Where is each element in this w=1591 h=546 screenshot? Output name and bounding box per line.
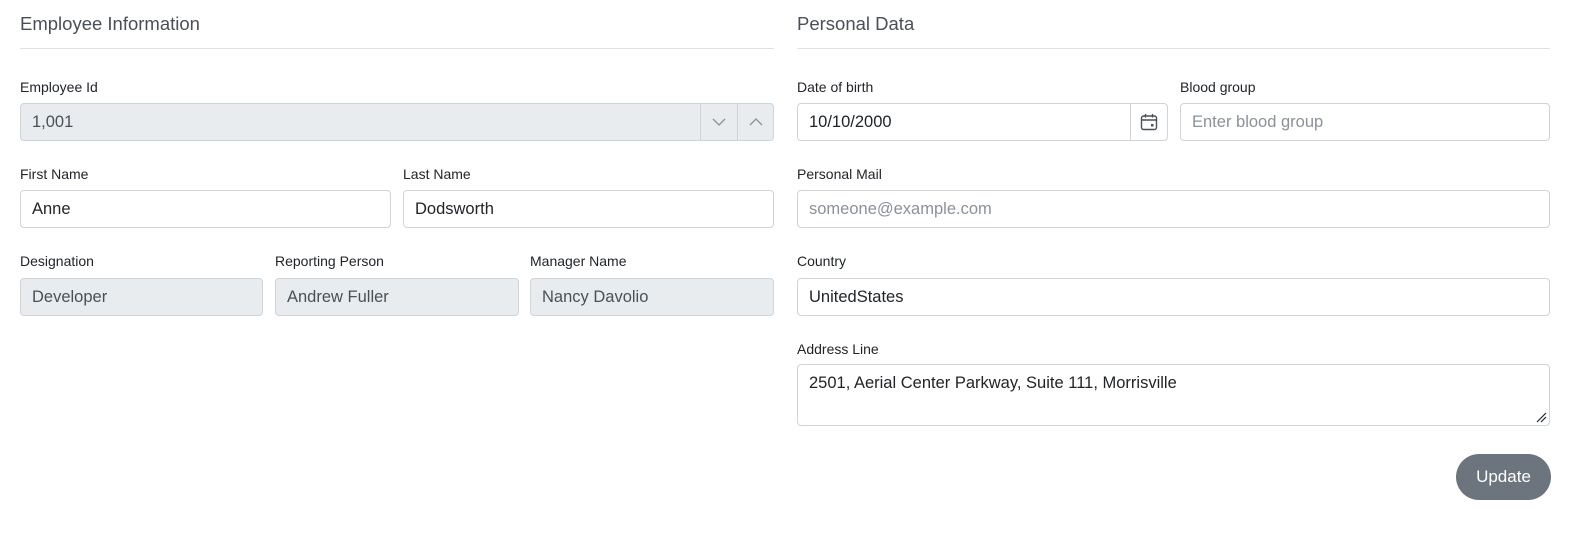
personal-section-divider — [797, 48, 1550, 49]
manager-name-label: Manager Name — [530, 253, 627, 269]
blood-group-input[interactable]: Enter blood group — [1180, 103, 1550, 141]
dob-value: 10/10/2000 — [809, 112, 892, 131]
calendar-button[interactable] — [1130, 104, 1167, 140]
last-name-value: Dodsworth — [415, 199, 494, 218]
chevron-up-icon — [749, 118, 762, 126]
designation-label: Designation — [20, 253, 94, 269]
employee-id-label: Employee Id — [20, 79, 98, 95]
address-value: 2501, Aerial Center Parkway, Suite 111, … — [809, 374, 1177, 392]
blood-group-placeholder: Enter blood group — [1192, 112, 1324, 131]
last-name-input[interactable]: Dodsworth — [403, 190, 774, 228]
country-input[interactable]: UnitedStates — [797, 278, 1550, 316]
reporting-person-value: Andrew Fuller — [287, 287, 389, 306]
designation-input[interactable]: Developer — [20, 278, 263, 316]
reporting-person-input[interactable]: Andrew Fuller — [275, 278, 519, 316]
country-label: Country — [797, 253, 847, 269]
personal-mail-input[interactable]: someone@example.com — [797, 190, 1550, 228]
reporting-person-label: Reporting Person — [275, 253, 384, 269]
first-name-label: First Name — [20, 166, 89, 182]
personal-mail-label: Personal Mail — [797, 166, 882, 182]
personal-section-title: Personal Data — [797, 13, 915, 34]
manager-name-input[interactable]: Nancy Davolio — [530, 278, 774, 316]
calendar-icon — [1140, 114, 1158, 131]
last-name-label: Last Name — [403, 166, 471, 182]
dob-datepicker[interactable]: 10/10/2000 — [797, 103, 1168, 141]
country-value: UnitedStates — [809, 287, 904, 306]
chevron-down-icon — [712, 118, 725, 126]
employee-id-input[interactable]: 1,001 — [20, 103, 774, 141]
first-name-input[interactable]: Anne — [20, 190, 391, 228]
employee-id-value: 1,001 — [32, 112, 74, 131]
address-label: Address Line — [797, 341, 879, 357]
personal-mail-placeholder: someone@example.com — [809, 199, 992, 218]
employee-section-divider — [20, 48, 774, 49]
first-name-value: Anne — [32, 199, 71, 218]
spin-down-button[interactable] — [700, 104, 736, 140]
address-textarea[interactable]: 2501, Aerial Center Parkway, Suite 111, … — [797, 364, 1550, 426]
employee-section-title: Employee Information — [20, 13, 200, 34]
dob-label: Date of birth — [797, 79, 874, 95]
blood-group-label: Blood group — [1180, 79, 1256, 95]
spin-up-button[interactable] — [737, 104, 773, 140]
update-button[interactable]: Update — [1456, 454, 1551, 500]
manager-name-value: Nancy Davolio — [542, 287, 649, 306]
designation-value: Developer — [32, 287, 108, 306]
employee-form-page: Employee Information Employee Id 1,001 F… — [0, 0, 1591, 546]
resize-grip-icon[interactable] — [1536, 412, 1547, 423]
